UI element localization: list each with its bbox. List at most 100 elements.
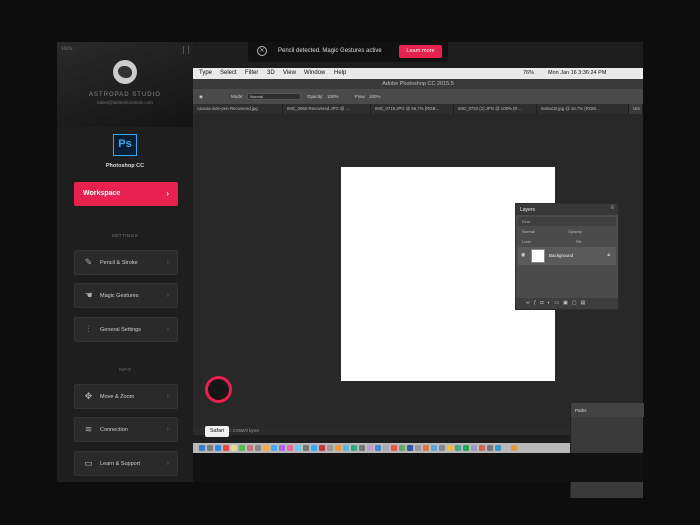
app-icon[interactable]	[511, 445, 517, 451]
app-icon[interactable]	[279, 445, 285, 451]
app-icon[interactable]	[495, 445, 501, 451]
app-icon[interactable]	[391, 445, 397, 451]
app-icon[interactable]	[319, 445, 325, 451]
app-icon[interactable]	[487, 445, 493, 451]
mode-select[interactable]: Normal	[247, 93, 301, 100]
flow-value[interactable]: 100%	[369, 94, 381, 99]
app-icon[interactable]	[311, 445, 317, 451]
general-settings-button[interactable]: ⫶ General Settings ›	[74, 317, 178, 342]
app-icon[interactable]	[239, 445, 245, 451]
workspace-button[interactable]: Workspace ›	[74, 182, 178, 206]
layers-footer-icons[interactable]: ∞ƒ◘◐▭▣▢▤	[516, 298, 618, 309]
doc-tab[interactable]: IMG_0723 (2).JPG @ 100% (R...	[454, 104, 537, 114]
panel-menu-icon[interactable]: ≡	[610, 205, 614, 211]
app-icon[interactable]	[359, 445, 365, 451]
menu-window[interactable]: Window	[304, 70, 325, 76]
app-icon[interactable]	[431, 445, 437, 451]
mac-dock	[193, 443, 570, 453]
chevron-right-icon: ›	[166, 426, 169, 433]
layers-title: Layers	[520, 207, 536, 213]
chevron-right-icon: ›	[166, 326, 169, 333]
app-icon[interactable]	[471, 445, 477, 451]
magic-gestures-button[interactable]: ☚ Magic Gestures ›	[74, 283, 178, 308]
menu-select[interactable]: Select	[220, 70, 237, 76]
app-icon[interactable]	[295, 445, 301, 451]
workspace-label: Workspace	[83, 190, 121, 197]
menu-3d[interactable]: 3D	[267, 70, 275, 76]
clock[interactable]: Mon Jan 16 3:36:24 PM	[548, 70, 606, 76]
app-icon[interactable]	[247, 445, 253, 451]
layer-row-background[interactable]: ◉ Background 🔒︎	[518, 247, 616, 265]
connection-button[interactable]: ≋ Connection ›	[74, 417, 178, 442]
app-icon[interactable]	[231, 445, 237, 451]
app-icon[interactable]	[303, 445, 309, 451]
lock-icon: 🔒︎	[607, 252, 610, 258]
app-icon[interactable]	[327, 445, 333, 451]
layers-panel-header[interactable]: Layers ≡	[516, 204, 618, 215]
menu-help[interactable]: Help	[334, 70, 346, 76]
learn-more-button[interactable]: Learn more	[399, 45, 442, 58]
learn-support-button[interactable]: ▭ Learn & Support ›	[74, 451, 178, 476]
app-icon[interactable]	[503, 445, 509, 451]
app-icon[interactable]	[479, 445, 485, 451]
move-zoom-button[interactable]: ✥ Move & Zoom ›	[74, 384, 178, 409]
doc-tab[interactable]: instruct2.jpg @ 16.7% (RGB/...	[537, 104, 629, 114]
finder-icon[interactable]	[199, 445, 205, 451]
pencil-notification: ✕ Pencil detected. Magic Gestures active…	[248, 42, 448, 62]
opacity-value[interactable]: 100%	[327, 94, 339, 99]
safari-icon[interactable]	[215, 445, 221, 451]
menu-filter[interactable]: Filter	[245, 70, 258, 76]
app-icon[interactable]	[287, 445, 293, 451]
lock-row[interactable]: Lock: Fill:	[518, 237, 616, 246]
notification-text: Pencil detected. Magic Gestures active	[278, 48, 382, 54]
blend-mode-row[interactable]: Normal Opacity:	[518, 227, 616, 236]
app-icon[interactable]	[351, 445, 357, 451]
app-icon[interactable]	[343, 445, 349, 451]
app-icon[interactable]	[447, 445, 453, 451]
close-icon[interactable]: ✕	[257, 46, 267, 56]
app-icon[interactable]	[375, 445, 381, 451]
astropad-window: 100% ASTROPAD STUDIO tablet@tabletsforar…	[57, 42, 644, 498]
brush-tool-icon[interactable]: ◉	[199, 94, 203, 100]
menu-type[interactable]: Type	[199, 70, 212, 76]
app-icon[interactable]	[223, 445, 229, 451]
app-icon[interactable]	[335, 445, 341, 451]
app-icon[interactable]	[367, 445, 373, 451]
photoshop-app-icon[interactable]: Ps	[113, 134, 137, 156]
app-icon[interactable]	[415, 445, 421, 451]
doc-tab[interactable]: canvas-side-pen-Recovered.jpg	[193, 104, 283, 114]
eye-icon[interactable]: ◉	[521, 252, 525, 258]
app-icon[interactable]	[463, 445, 469, 451]
app-icon[interactable]	[407, 445, 413, 451]
photoshop-titlebar: Adobe Photoshop CC 2015.5	[193, 79, 643, 89]
app-icon[interactable]	[423, 445, 429, 451]
collapse-handle[interactable]	[183, 46, 189, 54]
app-icon[interactable]	[263, 445, 269, 451]
pencil-stroke-button[interactable]: ✎ Pencil & Stroke ›	[74, 250, 178, 275]
app-icon[interactable]	[399, 445, 405, 451]
doc-tab[interactable]: IMG_0066-Recovered.JPG @ ...	[283, 104, 371, 114]
app-icon[interactable]	[271, 445, 277, 451]
paths-header[interactable]: Paths	[571, 403, 644, 417]
sidebar: 100% ASTROPAD STUDIO tablet@tabletsforar…	[57, 42, 193, 482]
app-icon[interactable]	[383, 445, 389, 451]
battery-level[interactable]: 76%	[523, 70, 534, 76]
app-icon[interactable]	[255, 445, 261, 451]
menu-label: Pencil & Stroke	[100, 260, 138, 266]
app-icon[interactable]	[439, 445, 445, 451]
lock-label: Lock:	[522, 239, 532, 244]
menu-view[interactable]: View	[283, 70, 296, 76]
mirrored-screen[interactable]: Type Select Filter 3D View Window Help 7…	[193, 42, 644, 498]
doc-tab-active[interactable]: Unt	[629, 104, 643, 114]
sidebar-header: 100% ASTROPAD STUDIO tablet@tabletsforar…	[57, 42, 193, 127]
layer-filter[interactable]: Kind	[518, 217, 616, 226]
chevron-right-icon: ›	[166, 292, 169, 299]
layer-thumbnail	[531, 249, 545, 263]
doc-tab[interactable]: IMG_0719.JPG @ 66.7% (RGB...	[371, 104, 454, 114]
chevron-right-icon: ›	[166, 393, 169, 400]
app-icon[interactable]	[455, 445, 461, 451]
launchpad-icon[interactable]	[207, 445, 213, 451]
astropad-logo	[113, 60, 137, 84]
account-email: tablet@tabletsforartists.com	[97, 100, 153, 105]
photoshop-workspace[interactable]: Layers ≡ Kind Normal Opacity: Lock: Fill…	[193, 114, 644, 498]
